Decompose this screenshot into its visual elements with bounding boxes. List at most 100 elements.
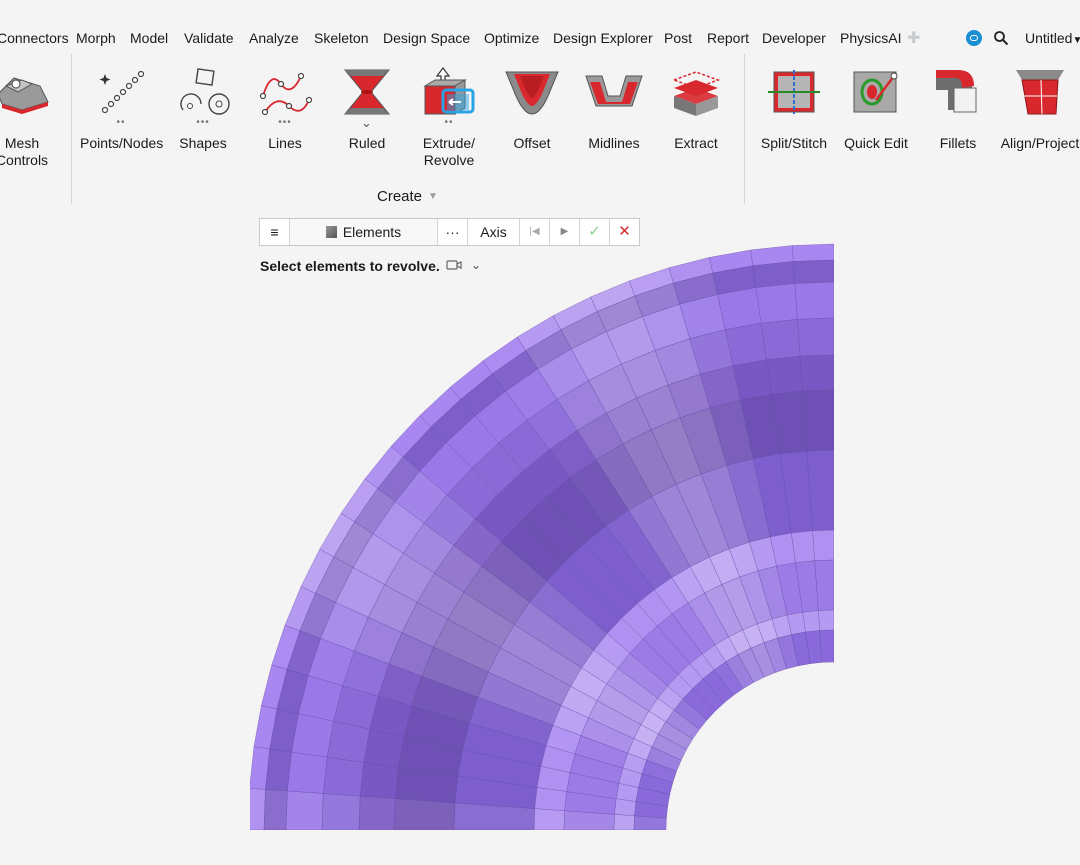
mesh-element[interactable]	[819, 629, 834, 663]
lines-icon	[259, 72, 313, 116]
shapes-icon	[180, 68, 230, 115]
mesh-element[interactable]	[818, 609, 834, 631]
ribbon-separator	[744, 54, 745, 204]
menu-model[interactable]: Model	[130, 30, 168, 46]
offset-icon	[505, 71, 559, 115]
more-dots: •••	[196, 117, 210, 128]
tool-label: Quick Edit	[844, 135, 908, 151]
fillets-icon	[936, 70, 977, 113]
caret-down-icon[interactable]: ▼	[428, 191, 438, 202]
hamburger-menu-icon[interactable]: ≡	[260, 219, 290, 245]
menu-report[interactable]: Report	[707, 30, 749, 46]
apply-check-icon[interactable]: ✓	[580, 219, 610, 245]
tool-label: Ruled	[348, 135, 386, 151]
more-dots: ••	[444, 117, 454, 128]
menu-bar: Connectors Morph Model Validate Analyze …	[0, 24, 1080, 52]
play-icon[interactable]: ▶	[550, 219, 580, 245]
tool-label: Align/Project	[1000, 135, 1080, 151]
mesh-element[interactable]	[533, 808, 565, 830]
mesh-element[interactable]	[802, 610, 820, 633]
document-title-dropdown[interactable]: Untitled▼	[1025, 30, 1080, 46]
mesh-element[interactable]	[323, 756, 365, 797]
menu-post[interactable]: Post	[664, 30, 692, 46]
chat-icon[interactable]	[966, 30, 982, 46]
menu-design-space[interactable]: Design Space	[383, 30, 470, 46]
menu-validate[interactable]: Validate	[184, 30, 234, 46]
menu-optimize[interactable]: Optimize	[484, 30, 539, 46]
more-options-button[interactable]: ···	[438, 219, 468, 245]
dropdown-chevron-icon: ⌄	[361, 115, 373, 130]
axis-button[interactable]: Axis	[468, 219, 520, 245]
quick-edit-icon	[853, 71, 898, 113]
extrude-revolve-icon	[423, 67, 475, 115]
entity-selector[interactable]: Elements	[290, 219, 438, 245]
mesh-controls-icon	[0, 77, 49, 114]
search-icon[interactable]	[993, 30, 1009, 46]
mesh-element[interactable]	[755, 283, 798, 324]
camera-icon[interactable]	[446, 259, 462, 271]
ribbon-group-create[interactable]: Create	[377, 188, 422, 205]
ruled-icon	[343, 69, 391, 115]
document-title: Untitled	[1025, 30, 1073, 46]
tool-label: Shapes	[179, 135, 227, 151]
menu-morph[interactable]: Morph	[76, 30, 116, 46]
selection-hint: Select elements to revolve.	[260, 258, 440, 274]
mesh-element[interactable]	[797, 317, 834, 357]
mesh-element[interactable]	[802, 389, 834, 452]
element-box-icon	[325, 226, 337, 238]
mesh-element[interactable]	[248, 787, 266, 830]
entity-label: Elements	[342, 224, 402, 240]
mesh-element[interactable]	[760, 319, 801, 361]
menu-connectors[interactable]: Connectors	[0, 30, 69, 46]
tool-label: Fillets	[939, 135, 977, 151]
menu-physicsai[interactable]: PhysicsAI	[840, 30, 901, 46]
mesh-element[interactable]	[717, 287, 762, 330]
mesh-element[interactable]	[794, 281, 834, 320]
points-nodes-icon	[99, 70, 145, 114]
more-dots: •••	[278, 117, 292, 128]
mesh-element[interactable]	[265, 748, 292, 792]
graphics-viewport[interactable]	[0, 230, 1080, 860]
mesh-element[interactable]	[287, 751, 328, 794]
mesh-element[interactable]	[291, 713, 334, 758]
ribbon: Mesh Controls •• Points/Nodes ••• Shapes	[0, 52, 1080, 210]
mesh-element[interactable]	[358, 795, 396, 830]
more-dots: ••	[116, 117, 126, 128]
tool-label: Offset	[513, 135, 551, 151]
mesh-element[interactable]	[814, 559, 834, 611]
mesh-element[interactable]	[359, 762, 399, 799]
menu-developer[interactable]: Developer	[762, 30, 826, 46]
mesh-element[interactable]	[752, 261, 796, 288]
ribbon-separator	[71, 54, 72, 204]
mesh-element[interactable]	[791, 530, 816, 564]
menu-analyze[interactable]: Analyze	[249, 30, 299, 46]
expand-double-chevron-icon[interactable]: ⌄ ⌄	[471, 258, 481, 286]
tool-label: Lines	[268, 135, 302, 151]
mesh-element[interactable]	[791, 243, 834, 262]
mesh-element[interactable]	[393, 798, 456, 830]
extract-icon	[671, 71, 721, 116]
mesh-element[interactable]	[766, 355, 803, 395]
add-ribbon-plus-icon[interactable]: ✚	[907, 28, 920, 48]
tool-label: Midlines	[588, 135, 640, 151]
mesh-element[interactable]	[321, 793, 361, 830]
mesh-element[interactable]	[263, 789, 288, 830]
chevron-down-icon: ▼	[1072, 35, 1080, 46]
split-stitch-icon	[768, 70, 820, 114]
tool-label: Split/Stitch	[760, 135, 828, 151]
context-toolbar: ≡ Elements ··· Axis |◀ ▶ ✓ ✕	[259, 218, 640, 246]
mesh-element[interactable]	[285, 790, 324, 830]
mesh-element[interactable]	[812, 529, 834, 561]
mesh-element[interactable]	[613, 814, 635, 830]
skip-to-start-icon[interactable]: |◀	[520, 219, 550, 245]
revolved-mesh-model[interactable]	[0, 230, 1080, 860]
title-strip	[0, 0, 1080, 24]
midlines-icon	[585, 75, 643, 107]
mesh-element[interactable]	[793, 259, 834, 284]
mesh-element[interactable]	[799, 354, 834, 392]
tool-label: Extrude/ Revolve	[422, 135, 476, 168]
menu-design-explorer[interactable]: Design Explorer	[553, 30, 653, 46]
menu-skeleton[interactable]: Skeleton	[314, 30, 368, 46]
tool-label: Mesh Controls	[0, 135, 49, 168]
cancel-x-icon[interactable]: ✕	[610, 219, 639, 245]
